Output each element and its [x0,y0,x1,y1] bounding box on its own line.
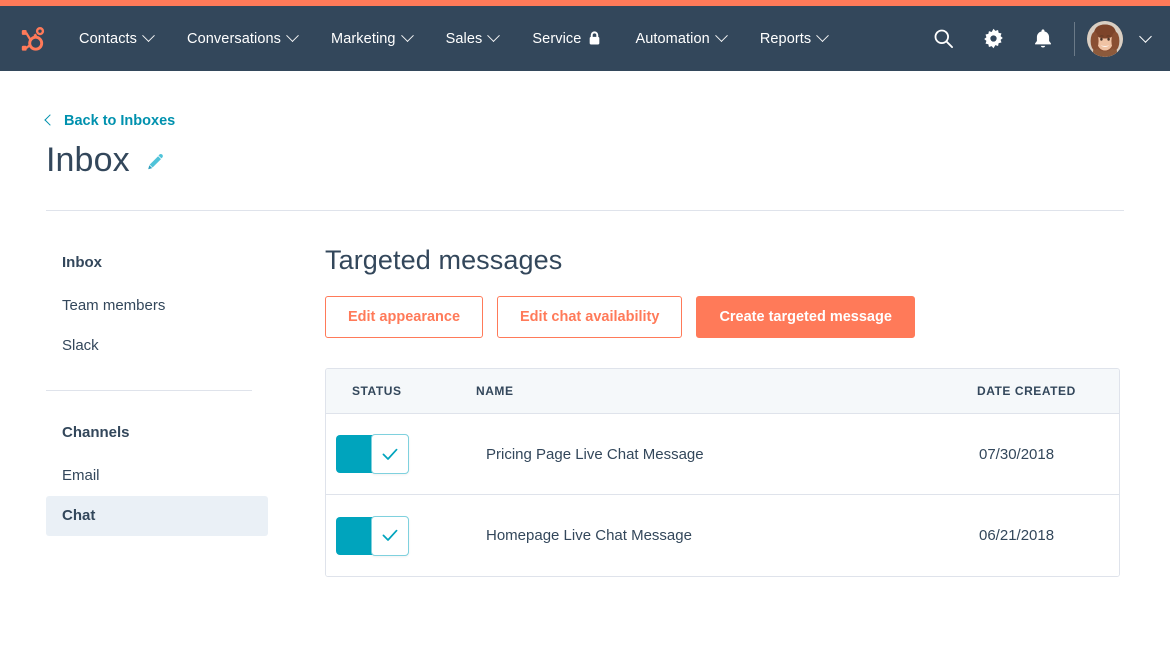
settings-sidebar: Inbox Team members Slack Channels Email … [46,245,286,578]
action-button-row: Edit appearance Edit chat availability C… [325,296,1124,339]
chevron-down-icon [286,29,299,42]
hubspot-sprocket-logo[interactable] [14,22,48,56]
nav-item-label: Reports [760,31,811,47]
gear-icon [983,28,1004,49]
nav-item-label: Conversations [187,31,281,47]
bell-icon [1033,28,1053,49]
lock-icon [588,31,601,46]
page-container: Back to Inboxes Inbox Inbox Team members… [0,71,1170,577]
avatar-chevron-down-icon[interactable] [1139,30,1152,43]
edit-chat-availability-button[interactable]: Edit chat availability [497,296,682,339]
page-header: Back to Inboxes Inbox [0,71,1170,180]
sidebar-item-team-members[interactable]: Team members [46,286,268,326]
global-navbar: Contacts Conversations Marketing Sales S… [0,6,1170,71]
nav-item-label: Automation [635,31,709,47]
nav-item-automation[interactable]: Automation [618,23,742,55]
nav-item-label: Sales [446,31,483,47]
nav-item-contacts[interactable]: Contacts [62,23,170,55]
status-toggle[interactable] [336,517,409,555]
nav-item-conversations[interactable]: Conversations [170,23,314,55]
column-header-status: STATUS [326,383,476,399]
column-header-date-created: DATE CREATED [969,383,1119,399]
toggle-knob [371,434,409,474]
main-panel: Targeted messages Edit appearance Edit c… [286,245,1124,578]
nav-divider [1074,22,1075,56]
check-icon [382,448,398,461]
chevron-down-icon [142,29,155,42]
table-row: Homepage Live Chat Message 06/21/2018 [326,495,1119,576]
notifications-button[interactable] [1018,14,1068,64]
status-toggle[interactable] [336,435,409,473]
table-header-row: STATUS NAME DATE CREATED [326,369,1119,414]
nav-item-sales[interactable]: Sales [429,23,516,55]
column-header-name: NAME [476,383,969,399]
nav-item-label: Contacts [79,31,137,47]
nav-item-label: Marketing [331,31,396,47]
page-title: Inbox [46,141,130,180]
back-to-inboxes-link[interactable]: Back to Inboxes [46,113,175,129]
nav-utility-items [918,14,1150,64]
search-button[interactable] [918,14,968,64]
search-icon [933,28,954,49]
nav-item-reports[interactable]: Reports [743,23,844,55]
targeted-messages-table: STATUS NAME DATE CREATED [325,368,1120,577]
chevron-down-icon [488,29,501,42]
edit-pencil-button[interactable] [144,152,164,172]
user-avatar[interactable] [1087,21,1123,57]
chevron-down-icon [715,29,728,42]
row-name-cell: Homepage Live Chat Message [476,526,969,546]
nav-primary-items: Contacts Conversations Marketing Sales S… [62,23,844,55]
sidebar-divider [46,390,252,391]
avatar-photo [1087,21,1123,57]
edit-appearance-button[interactable]: Edit appearance [325,296,483,339]
hubspot-sprocket-icon [16,24,46,54]
row-status-cell [326,517,476,555]
back-link-label: Back to Inboxes [64,113,175,129]
sidebar-item-slack[interactable]: Slack [46,326,268,366]
table-row: Pricing Page Live Chat Message 07/30/201… [326,414,1119,495]
pencil-icon [144,152,164,172]
settings-button[interactable] [968,14,1018,64]
toggle-knob [371,516,409,556]
chevron-down-icon [816,29,829,42]
content-body: Inbox Team members Slack Channels Email … [0,211,1170,578]
check-icon [382,529,398,542]
main-title: Targeted messages [325,245,1124,276]
page-title-row: Inbox [46,141,1124,180]
row-name-cell: Pricing Page Live Chat Message [476,445,969,465]
row-date-cell: 07/30/2018 [969,445,1119,465]
row-date-cell: 06/21/2018 [969,526,1119,546]
row-status-cell [326,435,476,473]
nav-item-service[interactable]: Service [515,23,618,55]
nav-item-label: Service [532,31,581,47]
sidebar-heading-channels: Channels [46,415,268,450]
sidebar-item-email[interactable]: Email [46,456,268,496]
sidebar-heading-inbox: Inbox [46,245,268,280]
chevron-left-icon [44,114,55,125]
nav-item-marketing[interactable]: Marketing [314,23,429,55]
sidebar-item-chat[interactable]: Chat [46,496,268,536]
chevron-down-icon [401,29,414,42]
create-targeted-message-button[interactable]: Create targeted message [696,296,914,339]
